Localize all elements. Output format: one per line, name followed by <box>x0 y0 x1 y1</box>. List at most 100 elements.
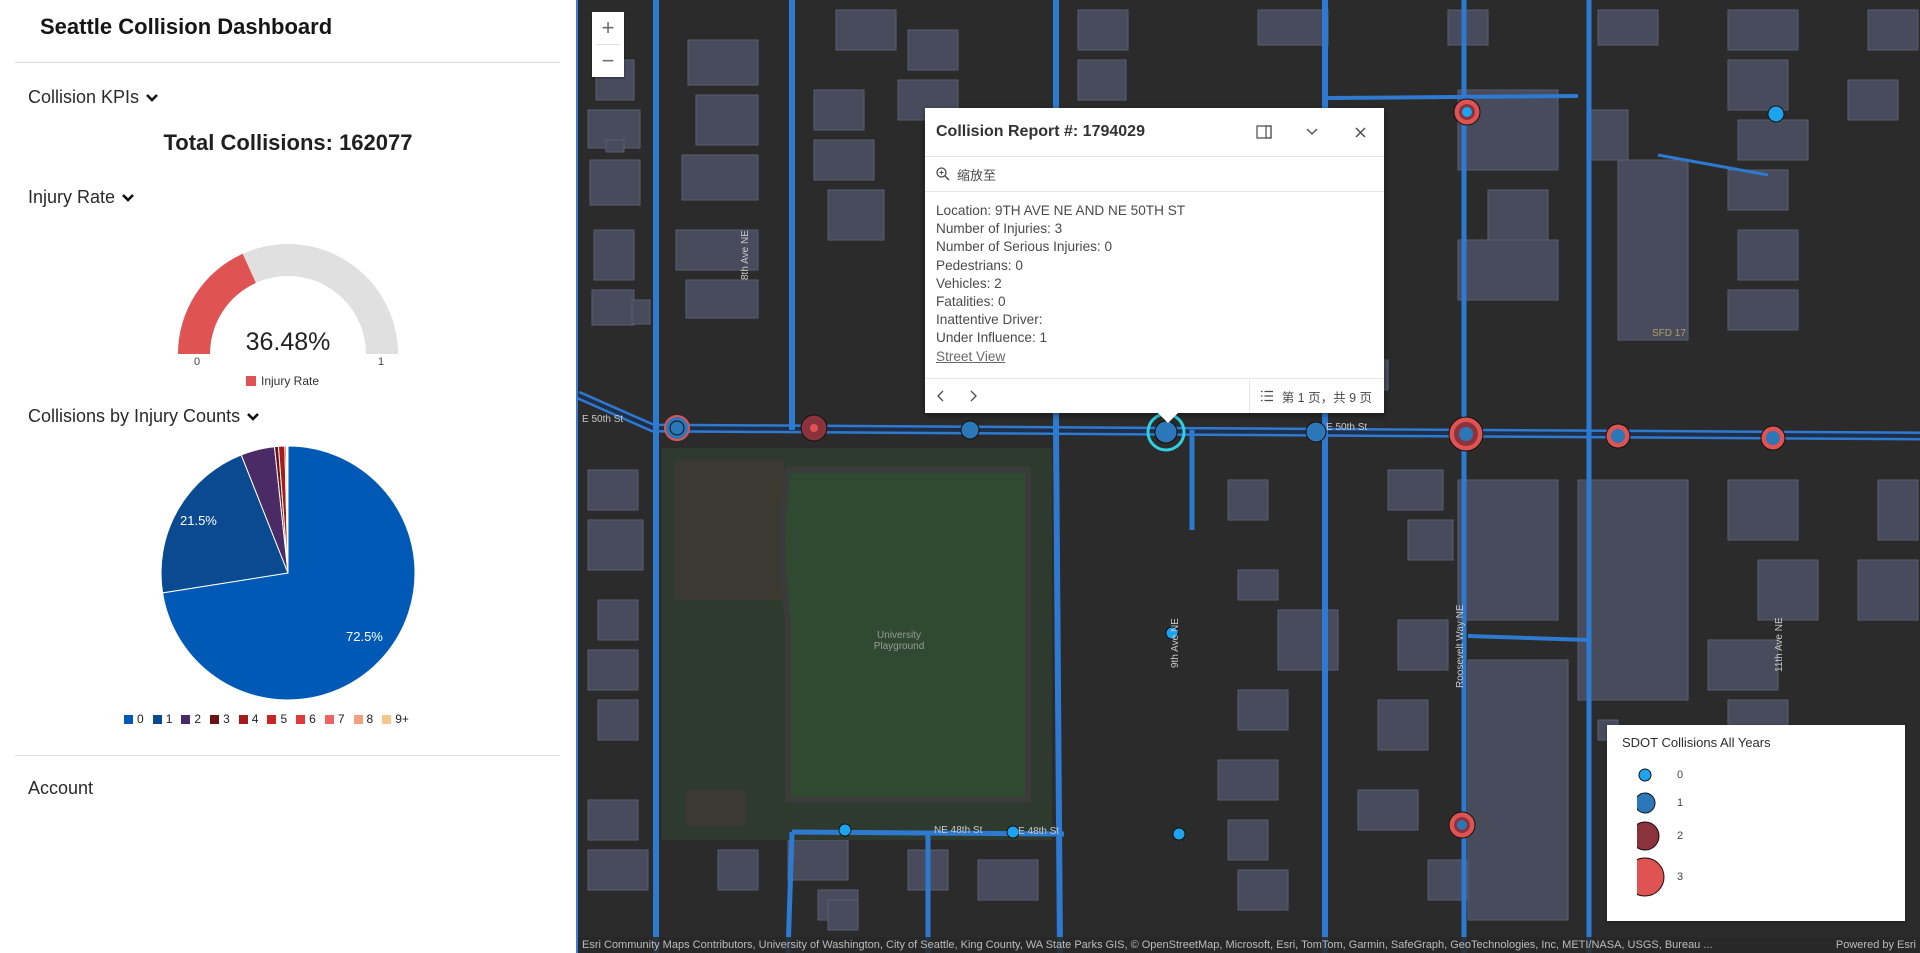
pie-legend-label: 0 <box>137 712 144 726</box>
chevron-down-icon <box>146 93 158 102</box>
legend-label: 1 <box>1677 797 1684 809</box>
chevron-down-icon <box>122 193 134 202</box>
pie-legend-label: 4 <box>251 712 259 726</box>
popup-footer: 第 1 页，共 9 页 <box>925 378 1384 413</box>
legend-swatch <box>210 714 220 724</box>
legend-label: 0 <box>1677 769 1684 781</box>
popup-title: Collision Report #: 1794029 <box>936 123 1145 140</box>
field-fatalities: Fatalities: 0 <box>936 294 1006 310</box>
map-view[interactable]: E 50th St E 50th St 8th Ave NE 9th Ave N… <box>576 0 1920 953</box>
pie-legend-label: 5 <box>280 712 288 726</box>
section-toggle-injury-counts[interactable]: Collisions by Injury Counts <box>28 406 260 427</box>
previous-feature-button[interactable] <box>925 379 957 413</box>
app-title: Seattle Collision Dashboard <box>40 14 333 39</box>
pie-legend-item[interactable]: 7 <box>324 712 345 726</box>
street-view-link[interactable]: Street View <box>936 348 1373 366</box>
next-feature-button[interactable] <box>957 379 989 413</box>
zoom-in-button[interactable]: + <box>592 12 624 44</box>
zoom-to-label: 缩放至 <box>957 167 997 183</box>
fire-station-label: SFD 17 <box>1652 328 1686 339</box>
dock-icon <box>1256 125 1272 139</box>
road-label: 11th Ave NE <box>1774 617 1785 672</box>
legend-swatch <box>246 376 256 386</box>
pie-legend-item[interactable]: 8 <box>353 712 374 726</box>
close-icon <box>1355 127 1365 137</box>
popup-content: Location: 9TH AVE NE AND NE 50TH ST Numb… <box>925 192 1384 366</box>
section-toggle-injury-rate[interactable]: Injury Rate <box>28 187 135 208</box>
park-field <box>674 460 784 600</box>
field-injuries: Number of Injuries: 3 <box>936 221 1063 237</box>
section-label-injury-counts: Collisions by Injury Counts <box>28 406 241 426</box>
pie-legend-item[interactable]: 0 <box>124 712 144 726</box>
pie-data-label: 72.5% <box>346 629 383 644</box>
legend-item: 3 <box>1637 857 1683 897</box>
legend-item: 1 <box>1637 791 1683 815</box>
legend-swatch <box>181 714 191 724</box>
attribution-text[interactable]: Esri Community Maps Contributors, Univer… <box>578 939 1830 951</box>
map-attribution: Esri Community Maps Contributors, Univer… <box>578 937 1920 953</box>
pie-legend-item[interactable]: 3 <box>210 712 230 726</box>
road-label: 8th Ave NE <box>740 230 751 280</box>
collision-popup: Collision Report #: 1794029 缩放至 Location… <box>925 108 1384 423</box>
pie-legend-label: 8 <box>366 712 374 726</box>
injury-count-pie: 72.5% 21.5% <box>160 445 416 701</box>
map-legend: SDOT Collisions All Years 0 1 2 3 <box>1607 725 1905 921</box>
legend-swatch <box>324 714 334 724</box>
road-label: Roosevelt Way NE <box>1455 604 1466 688</box>
legend-swatch <box>124 714 133 724</box>
legend-symbol <box>1638 768 1652 782</box>
pie-legend-item[interactable]: 4 <box>238 712 259 726</box>
account-section[interactable]: Account <box>28 778 93 799</box>
legend-label: 3 <box>1677 871 1684 883</box>
field-serious-injuries: Number of Serious Injuries: 0 <box>936 239 1113 255</box>
section-label-injury-rate: Injury Rate <box>28 187 116 207</box>
field-pedestrians: Pedestrians: 0 <box>936 257 1023 273</box>
park-label: University Playground <box>873 630 925 652</box>
pie-legend-item[interactable]: 2 <box>181 712 201 726</box>
pie-legend-item[interactable]: 5 <box>267 712 287 726</box>
pie-legend-label: 1 <box>165 712 173 726</box>
gauge-min-label: 0 <box>194 356 201 368</box>
road-label: NE 48th St <box>934 825 983 836</box>
pie-legend-item[interactable]: 1 <box>152 712 173 726</box>
legend-symbol <box>1637 857 1665 897</box>
close-button[interactable] <box>1336 108 1384 156</box>
pie-legend-label: 9+ <box>395 712 409 726</box>
popup-header: Collision Report #: 1794029 <box>925 108 1384 157</box>
gauge-legend: Injury Rate <box>246 374 319 388</box>
feature-menu-button[interactable]: 第 1 页，共 9 页 <box>1248 379 1384 413</box>
section-label-kpis: Collision KPIs <box>28 87 140 107</box>
sidebar: Seattle Collision Dashboard Collision KP… <box>0 0 576 953</box>
field-under-influence: Under Influence: 1 <box>936 330 1048 346</box>
dock-button[interactable] <box>1240 108 1288 156</box>
legend-swatch <box>238 714 248 724</box>
pie-legend-item[interactable]: 9+ <box>382 712 409 726</box>
pie-legend-item[interactable]: 6 <box>296 712 316 726</box>
divider <box>15 62 560 63</box>
divider <box>15 755 560 756</box>
chevron-left-icon <box>937 390 944 402</box>
field-vehicles: Vehicles: 2 <box>936 275 1002 291</box>
legend-title: SDOT Collisions All Years <box>1622 735 1771 750</box>
field-inattentive-driver: Inattentive Driver: <box>936 312 1043 328</box>
zoom-to-action[interactable]: 缩放至 <box>925 157 1384 192</box>
road-label: E 50th St <box>1326 422 1368 433</box>
injury-rate-gauge: 36.48% 0 1 Injury Rate <box>170 236 406 396</box>
collapse-button[interactable] <box>1288 108 1336 156</box>
powered-by[interactable]: Powered by Esri <box>1830 939 1920 951</box>
zoom-out-button[interactable]: − <box>592 45 624 77</box>
legend-symbol <box>1637 821 1660 851</box>
chevron-right-icon <box>970 390 977 402</box>
pager-text: 第 1 页，共 9 页 <box>1281 390 1372 405</box>
road-label: 9th Ave NE <box>1170 618 1181 668</box>
pie-legend-label: 2 <box>194 712 202 726</box>
section-toggle-kpis[interactable]: Collision KPIs <box>28 87 159 108</box>
legend-swatch <box>267 714 277 724</box>
legend-swatch <box>296 714 306 724</box>
popup-pointer <box>1158 413 1178 423</box>
legend-item: 0 <box>1637 765 1683 785</box>
road-label: E 48th St <box>1018 826 1060 837</box>
legend-swatch <box>382 714 392 724</box>
legend-swatch <box>353 714 363 724</box>
legend-label: 2 <box>1677 830 1684 842</box>
